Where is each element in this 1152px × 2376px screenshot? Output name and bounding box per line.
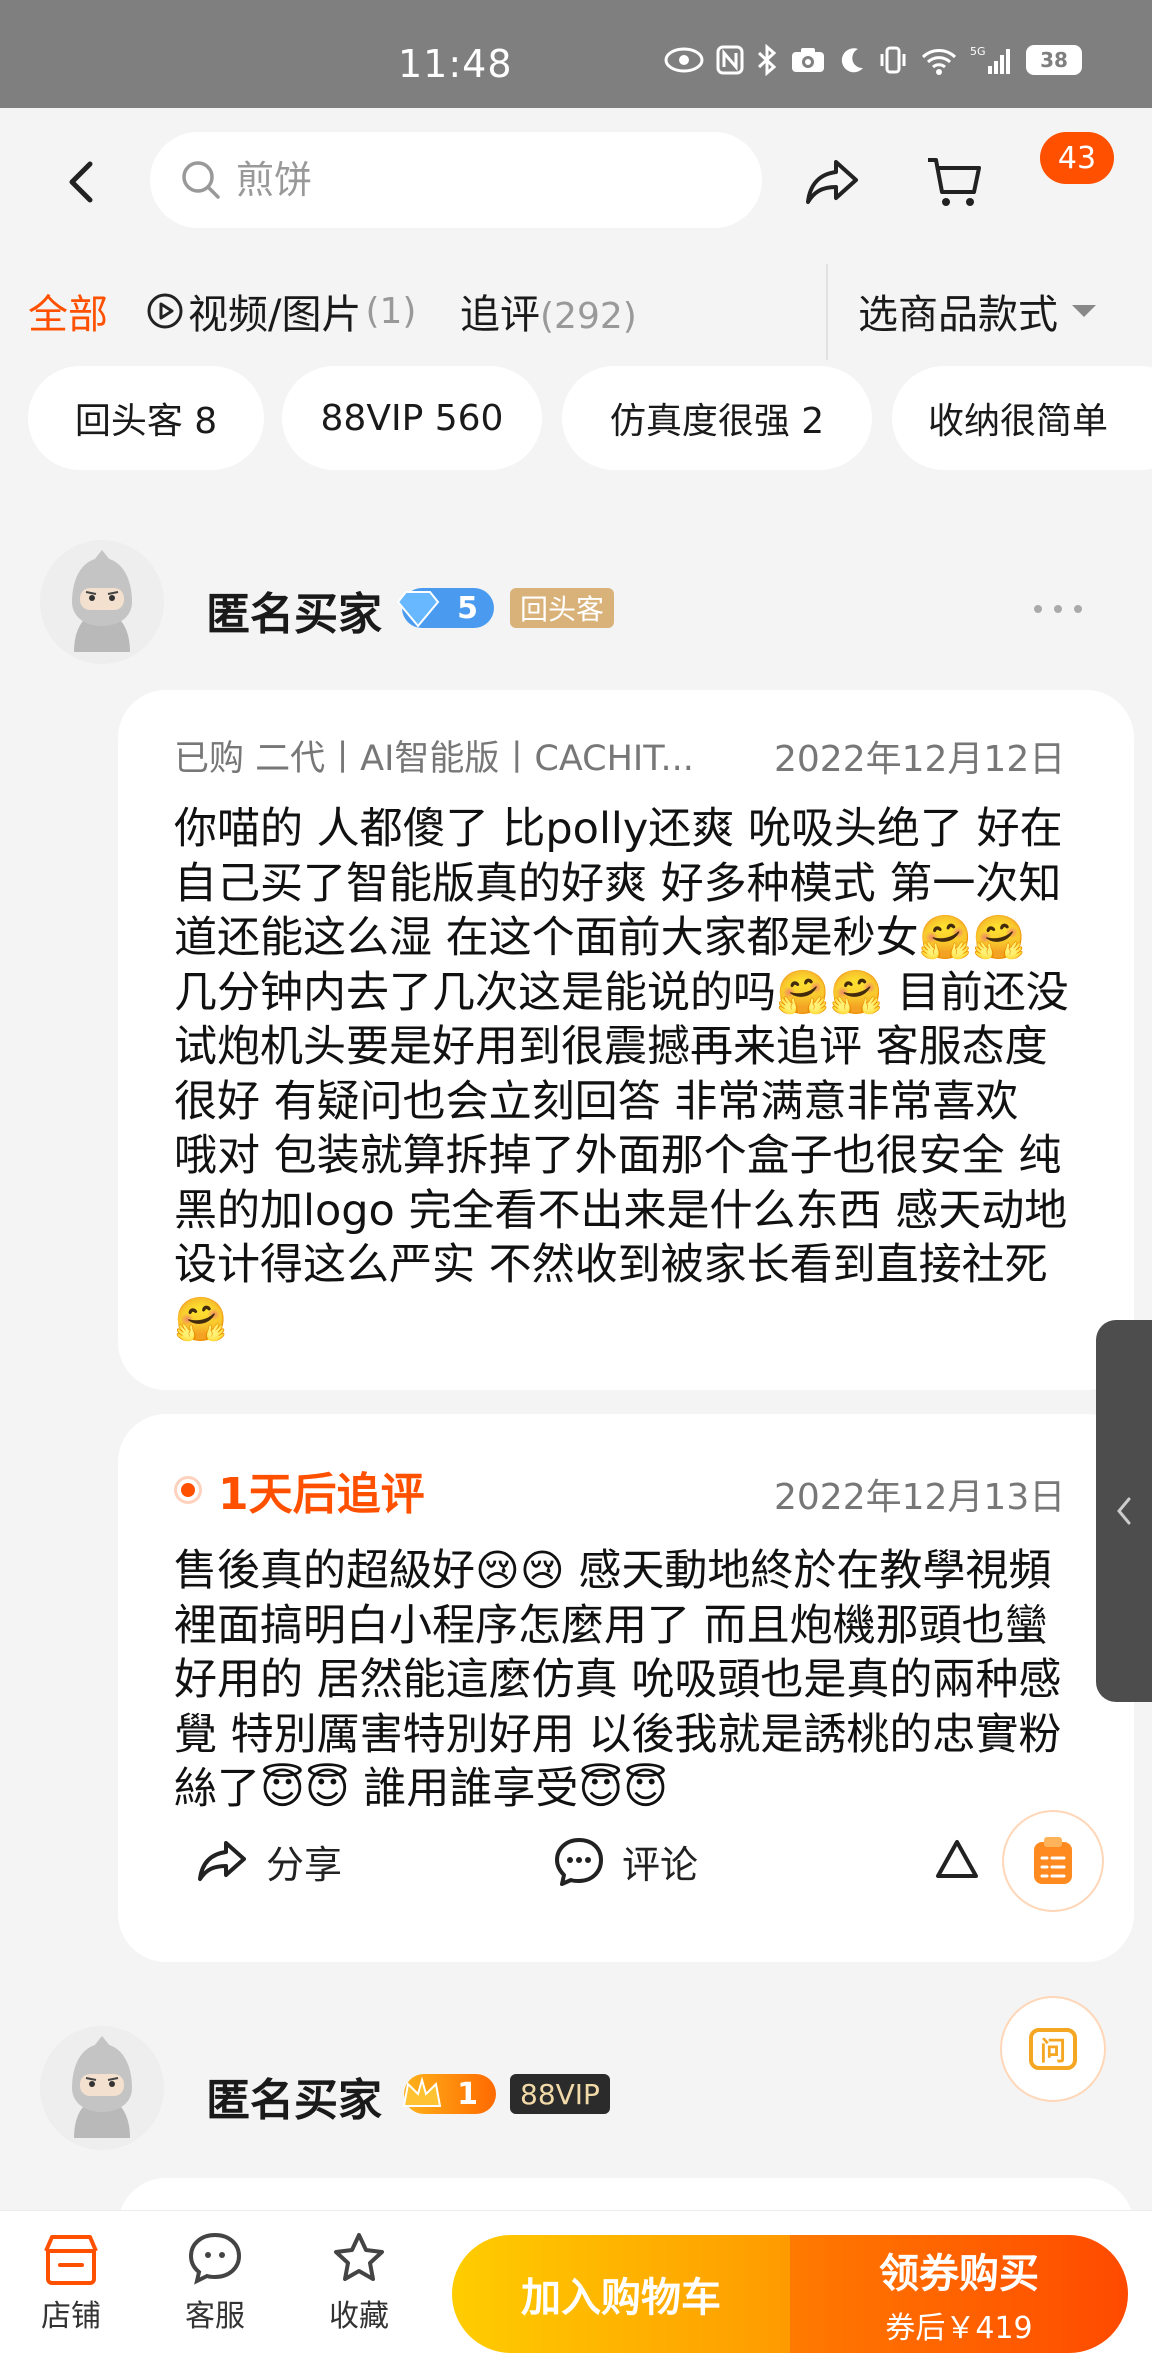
anonymous-ninja-icon — [40, 2026, 164, 2150]
review-list: 匿名买家 5 回头客 已购 二代丨AI智能版丨CACHIT... 2022年12… — [0, 490, 1152, 2376]
avatar[interactable] — [40, 540, 164, 664]
caret-down-icon — [1072, 305, 1096, 317]
chevron-left-icon — [1117, 1497, 1131, 1525]
signal-icon: 5G — [970, 45, 1010, 74]
comment-button[interactable]: 评论 — [552, 1834, 698, 1889]
style-select-dropdown[interactable]: 选商品款式 — [858, 282, 1096, 340]
crown-icon — [402, 2076, 442, 2107]
wifi-icon — [921, 49, 957, 75]
tab-media-count: (1) — [365, 290, 417, 332]
chip-storage[interactable]: 收纳很简单 — [892, 366, 1152, 470]
ask-icon: 问 — [1029, 2028, 1077, 2070]
chip-returning[interactable]: 回头客 8 — [28, 366, 264, 470]
chip-88vip[interactable]: 88VIP 560 — [282, 366, 542, 470]
reviewer-name: 匿名买家 — [206, 2075, 382, 2126]
cart-count-badge[interactable]: 43 — [1040, 132, 1114, 184]
followup-title: 1天后追评 — [218, 1469, 425, 1520]
svg-text:5G: 5G — [970, 45, 986, 58]
nfc-icon — [716, 45, 744, 75]
back-button[interactable] — [56, 152, 104, 212]
vibrate-icon — [880, 46, 906, 74]
tab-followup-label: 追评 — [460, 292, 540, 338]
status-icons: 5G 38 — [664, 44, 1082, 76]
share-label: 分享 — [266, 1843, 343, 1887]
tab-media-label: 视频/图片 — [188, 292, 362, 338]
star-icon — [334, 2233, 384, 2281]
buy-with-coupon-button[interactable]: 领券购买 券后￥419 — [790, 2235, 1128, 2353]
bluetooth-icon — [757, 44, 777, 76]
vip-level-badge: 1 — [402, 2074, 496, 2114]
floating-checklist-button[interactable] — [1002, 1810, 1104, 1912]
search-box[interactable] — [150, 132, 762, 228]
play-circle-icon — [147, 293, 183, 329]
reviewer-name: 匿名买家 — [206, 589, 382, 640]
followup-card: 1天后追评 2022年12月13日 售後真的超級好😢😢 感天動地終於在教學視頻裡… — [118, 1414, 1134, 1962]
anonymous-ninja-icon — [40, 540, 164, 664]
checklist-icon — [1034, 1837, 1072, 1884]
share-icon — [198, 1840, 246, 1881]
add-to-cart-button[interactable]: 加入购物车 — [452, 2235, 790, 2353]
tab-divider — [826, 264, 828, 360]
share-button[interactable] — [802, 154, 862, 210]
status-bar: 11:48 5G 38 — [0, 0, 1152, 108]
cart-button[interactable] — [924, 154, 984, 210]
side-drawer-handle[interactable] — [1096, 1320, 1152, 1702]
battery-indicator: 38 — [1026, 45, 1082, 75]
search-input[interactable] — [236, 158, 716, 202]
shop-label: 店铺 — [41, 2299, 101, 2334]
share-review-button[interactable]: 分享 — [194, 1834, 342, 1889]
top-nav: 43 — [0, 108, 1152, 252]
purchase-cta-group: 加入购物车 领券购买 券后￥419 — [452, 2235, 1128, 2353]
88vip-badge: 88VIP — [510, 2074, 610, 2114]
diamond-icon — [396, 591, 440, 628]
share-icon — [806, 160, 858, 204]
purchased-sku: 已购 二代丨AI智能版丨CACHIT... — [174, 739, 694, 779]
followup-header: 1天后追评 — [174, 1458, 425, 1522]
eye-icon — [664, 47, 704, 73]
like-button[interactable] — [932, 1834, 982, 1884]
thumbs-up-icon — [936, 1840, 978, 1878]
favorite-label: 收藏 — [329, 2299, 389, 2334]
search-icon — [182, 161, 220, 199]
style-select-label: 选商品款式 — [858, 292, 1058, 338]
customer-service-button[interactable]: 客服 — [160, 2231, 270, 2335]
followup-date: 2022年12月13日 — [774, 1477, 1066, 1518]
review-actions: 分享 评论 — [118, 1834, 1118, 1914]
bottom-action-bar: 店铺 客服 收藏 加入购物车 领券购买 券后￥419 — [0, 2210, 1152, 2376]
tab-followup-count: (292) — [540, 296, 637, 337]
tab-media[interactable]: 视频/图片 (1) — [146, 282, 416, 340]
status-time: 11:48 — [398, 42, 513, 86]
cart-icon — [928, 158, 981, 206]
shop-icon — [44, 2235, 98, 2285]
review-text: 你喵的 人都傻了 比polly还爽 吮吸头绝了 好在自己买了智能版真的好爽 好多… — [174, 804, 1069, 1345]
more-options-button[interactable] — [1028, 594, 1088, 624]
comment-icon — [555, 1837, 603, 1886]
customer-service-icon — [188, 2232, 242, 2285]
chip-realistic[interactable]: 仿真度很强 2 — [562, 366, 872, 470]
returning-customer-tag: 回头客 — [510, 588, 615, 628]
followup-dot-icon — [174, 1476, 202, 1504]
comment-label: 评论 — [622, 1843, 699, 1887]
avatar[interactable] — [40, 2026, 164, 2150]
member-level-badge: 5 — [396, 588, 494, 628]
tag-chips: 回头客 8 88VIP 560 仿真度很强 2 收纳很简单 — [0, 366, 1152, 476]
shop-button[interactable]: 店铺 — [16, 2231, 126, 2335]
followup-text: 售後真的超級好😢😢 感天動地終於在教學視頻裡面搞明白小程序怎麼用了 而且炮機那頭… — [174, 1546, 1062, 1814]
price-after-coupon: 券后￥419 — [885, 2311, 1033, 2346]
vip-level-value: 1 — [457, 2076, 478, 2112]
tab-followup[interactable]: 追评(292) — [460, 282, 637, 340]
floating-ask-button[interactable]: 问 — [1000, 1996, 1106, 2102]
customer-service-label: 客服 — [185, 2299, 245, 2334]
member-level-value: 5 — [457, 590, 478, 626]
moon-icon — [841, 48, 863, 73]
buy-label: 领券购买 — [879, 2251, 1039, 2297]
favorite-button[interactable]: 收藏 — [304, 2231, 414, 2335]
review-date: 2022年12月12日 — [774, 739, 1066, 780]
review-filter-tabs: 全部 视频/图片 (1) 追评(292) 选商品款式 — [0, 252, 1152, 362]
chevron-left-icon — [69, 161, 93, 203]
more-dots-icon — [1034, 605, 1082, 613]
camera-icon — [792, 48, 824, 72]
review-card: 已购 二代丨AI智能版丨CACHIT... 2022年12月12日 你喵的 人都… — [118, 690, 1134, 1390]
tab-all[interactable]: 全部 — [28, 282, 108, 340]
